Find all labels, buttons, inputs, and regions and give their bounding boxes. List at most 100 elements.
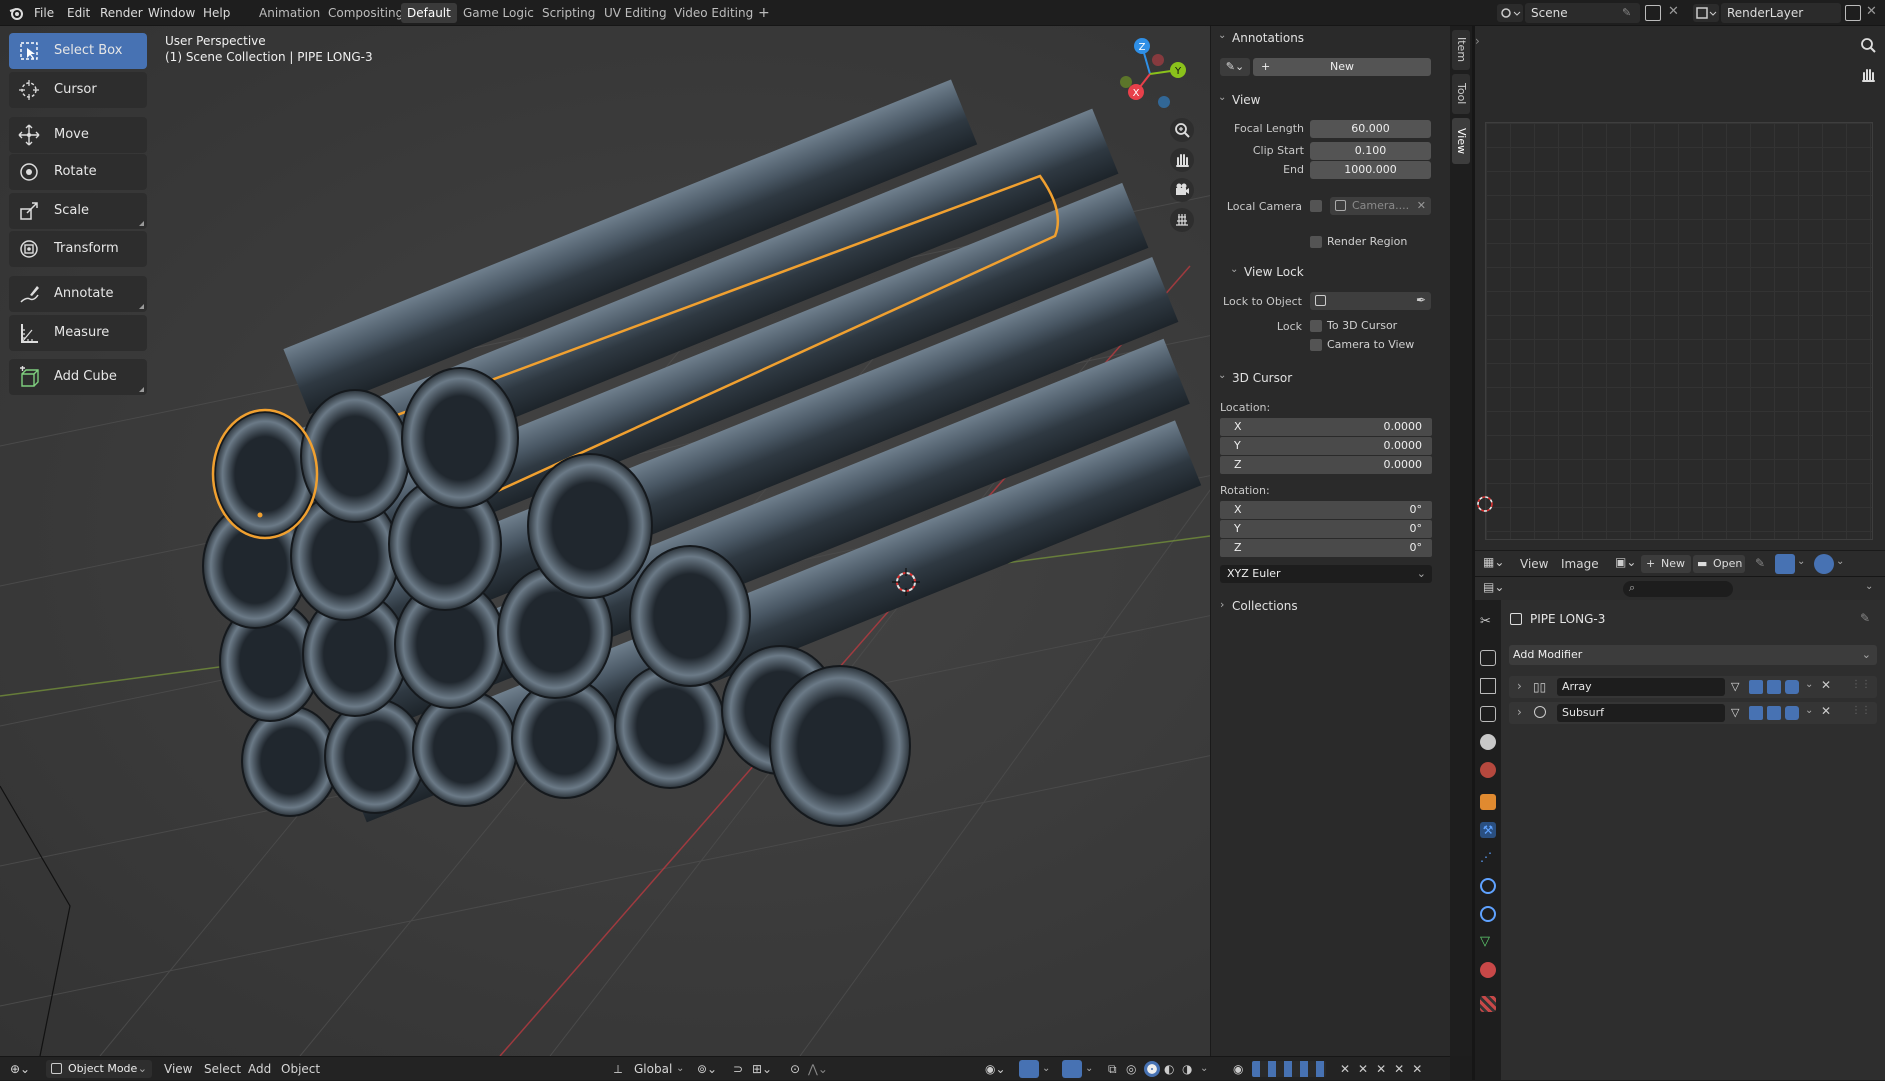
menu-help[interactable]: Help <box>203 0 230 26</box>
snap-icon[interactable]: ⊃ <box>733 1057 743 1081</box>
particles-icon[interactable]: ⋰ <box>1480 850 1496 866</box>
modifier-wrench-icon[interactable]: ⚒ <box>1480 822 1496 838</box>
material-icon[interactable] <box>1480 962 1496 978</box>
image-open-button[interactable]: ▬ Open <box>1693 555 1745 573</box>
camera-to-view-checkbox[interactable] <box>1310 339 1322 351</box>
tool-annotate[interactable]: Annotate <box>9 276 147 312</box>
tab-default[interactable]: Default <box>401 3 457 23</box>
lock-to-object-field[interactable]: ✒ <box>1310 292 1431 310</box>
image-new-button[interactable]: + New <box>1641 555 1691 573</box>
add-workspace-button[interactable]: + <box>752 3 776 23</box>
local-camera-field[interactable]: Camera.... ✕ <box>1330 197 1431 215</box>
navigation-gizmo[interactable]: Z Y X <box>1110 34 1190 114</box>
x-toggles-icon[interactable]: ✕✕✕✕✕ <box>1340 1057 1430 1081</box>
physics-icon[interactable] <box>1480 878 1496 894</box>
view-menu[interactable]: View <box>164 1057 192 1081</box>
tool-transform[interactable]: Transform <box>9 231 147 267</box>
collapse-arrow-icon[interactable]: › <box>1475 34 1480 48</box>
view-layer-field[interactable]: RenderLayer <box>1721 3 1841 23</box>
gizmo-toggle-icon[interactable] <box>1019 1060 1039 1078</box>
object-mode-dropdown[interactable]: Object Mode ⌄ <box>46 1060 152 1078</box>
proportional-edit-icon[interactable]: ⊙ <box>790 1057 800 1081</box>
add-menu[interactable]: Add <box>248 1057 271 1081</box>
zoom-icon[interactable] <box>1170 118 1194 142</box>
edit-mode-icon[interactable] <box>1749 680 1763 694</box>
view-section-header[interactable]: ⌄ View <box>1218 92 1438 108</box>
menu-window[interactable]: Window <box>148 0 195 26</box>
chevron-down-icon[interactable]: ⌄ <box>1865 581 1873 592</box>
clip-start-field[interactable]: 0.100 <box>1310 142 1431 160</box>
tool-rotate[interactable]: Rotate <box>9 154 147 190</box>
edit-mode-icon[interactable] <box>1749 706 1763 720</box>
chevron-down-icon[interactable]: ⌄ <box>1805 679 1813 690</box>
annotations-header[interactable]: ⌄ Annotations <box>1218 30 1438 46</box>
chevron-down-icon[interactable]: ⌄ <box>1200 1057 1208 1081</box>
new-view-layer-icon[interactable] <box>1845 5 1861 21</box>
texture-icon[interactable] <box>1480 996 1496 1012</box>
cursor-rotation-y-field[interactable]: Y 0° <box>1220 520 1432 538</box>
annotations-new-button[interactable]: + New <box>1253 58 1431 76</box>
world-icon[interactable] <box>1480 762 1496 778</box>
3d-cursor-header[interactable]: ⌄ 3D Cursor <box>1218 370 1438 386</box>
pan-hand-icon[interactable] <box>1170 148 1194 172</box>
image-menu[interactable]: Image <box>1561 557 1599 571</box>
tool-add-cube[interactable]: Add Cube <box>9 359 147 395</box>
modifier-name-field[interactable]: Array <box>1557 678 1725 696</box>
object-icon[interactable] <box>1480 794 1496 810</box>
view-layer-icon[interactable] <box>1693 4 1719 22</box>
output-icon[interactable] <box>1480 678 1496 694</box>
add-modifier-dropdown[interactable]: Add Modifier ⌄ <box>1509 645 1877 665</box>
new-scene-icon[interactable] <box>1645 5 1661 21</box>
tool-measure[interactable]: Measure <box>9 315 147 351</box>
editor-type-icon[interactable]: ▤⌄ <box>1483 580 1504 594</box>
snap-icon[interactable] <box>1775 554 1795 574</box>
image-browse-icon[interactable]: ▣⌄ <box>1615 555 1639 573</box>
tab-video-editing[interactable]: Video Editing <box>668 3 759 23</box>
pivot-point-icon[interactable]: ⊚⌄ <box>697 1057 717 1081</box>
blender-logo-icon[interactable] <box>8 5 24 21</box>
cursor-location-x-field[interactable]: X 0.0000 <box>1220 418 1432 436</box>
edit-cage-icon[interactable]: ▽ <box>1731 680 1745 694</box>
constraints-icon[interactable] <box>1480 906 1496 922</box>
image-view-menu[interactable]: View <box>1520 557 1548 571</box>
tab-scripting[interactable]: Scripting <box>536 3 601 23</box>
modifier-array[interactable]: › ▯▯ Array ▽ ⌄ ✕ ⋮⋮ <box>1509 676 1877 698</box>
menu-file[interactable]: File <box>34 0 54 26</box>
render-camera-icon[interactable] <box>1785 680 1799 694</box>
tab-tool[interactable]: Tool <box>1452 74 1470 114</box>
local-camera-checkbox[interactable] <box>1310 200 1322 212</box>
render-icon[interactable] <box>1480 650 1496 666</box>
modifier-name-field[interactable]: Subsurf <box>1557 704 1725 722</box>
tab-animation[interactable]: Animation <box>253 3 326 23</box>
viewport-display-icon[interactable] <box>1767 680 1781 694</box>
shading-solid-icon[interactable] <box>1144 1061 1160 1077</box>
tool-cursor[interactable]: Cursor <box>9 72 147 108</box>
eye-icon[interactable]: ◉ <box>1233 1057 1243 1081</box>
edit-cage-icon[interactable]: ▽ <box>1731 706 1745 720</box>
camera-view-icon[interactable] <box>1170 178 1194 202</box>
to-3d-cursor-checkbox[interactable] <box>1310 320 1322 332</box>
overlays-toggle-icon[interactable] <box>1062 1060 1082 1078</box>
shading-rendered-icon[interactable]: ◑ <box>1182 1057 1192 1081</box>
cursor-location-y-field[interactable]: Y 0.0000 <box>1220 437 1432 455</box>
cursor-rotation-z-field[interactable]: Z 0° <box>1220 539 1432 557</box>
cursor-location-z-field[interactable]: Z 0.0000 <box>1220 456 1432 474</box>
pin-icon[interactable]: ✎ <box>1755 556 1765 570</box>
delete-view-layer-icon[interactable]: ✕ <box>1866 4 1877 19</box>
snap-target-icon[interactable]: ⊞⌄ <box>752 1057 772 1081</box>
pin-icon[interactable]: ✎ <box>1622 6 1636 20</box>
delete-scene-icon[interactable]: ✕ <box>1668 4 1679 19</box>
clip-end-field[interactable]: 1000.000 <box>1310 161 1431 179</box>
chevron-down-icon[interactable]: ⌄ <box>1797 556 1805 567</box>
tool-scale[interactable]: Scale <box>9 193 147 229</box>
shading-wireframe-icon[interactable]: ◎ <box>1126 1057 1136 1081</box>
editor-type-icon[interactable]: ⊕⌄ <box>10 1057 30 1081</box>
chevron-down-icon[interactable]: ⌄ <box>676 1057 684 1081</box>
view-lock-header[interactable]: ⌄ View Lock <box>1230 264 1430 280</box>
image-editor-canvas[interactable]: › <box>1475 26 1885 550</box>
expand-chevron-icon[interactable]: › <box>1517 705 1522 719</box>
shading-material-icon[interactable]: ◐ <box>1164 1057 1174 1081</box>
tool-select-box[interactable]: Select Box <box>9 33 147 69</box>
properties-search-input[interactable]: ⌕ <box>1623 581 1733 597</box>
modifier-subsurf[interactable]: › Subsurf ▽ ⌄ ✕ ⋮⋮ <box>1509 702 1877 724</box>
